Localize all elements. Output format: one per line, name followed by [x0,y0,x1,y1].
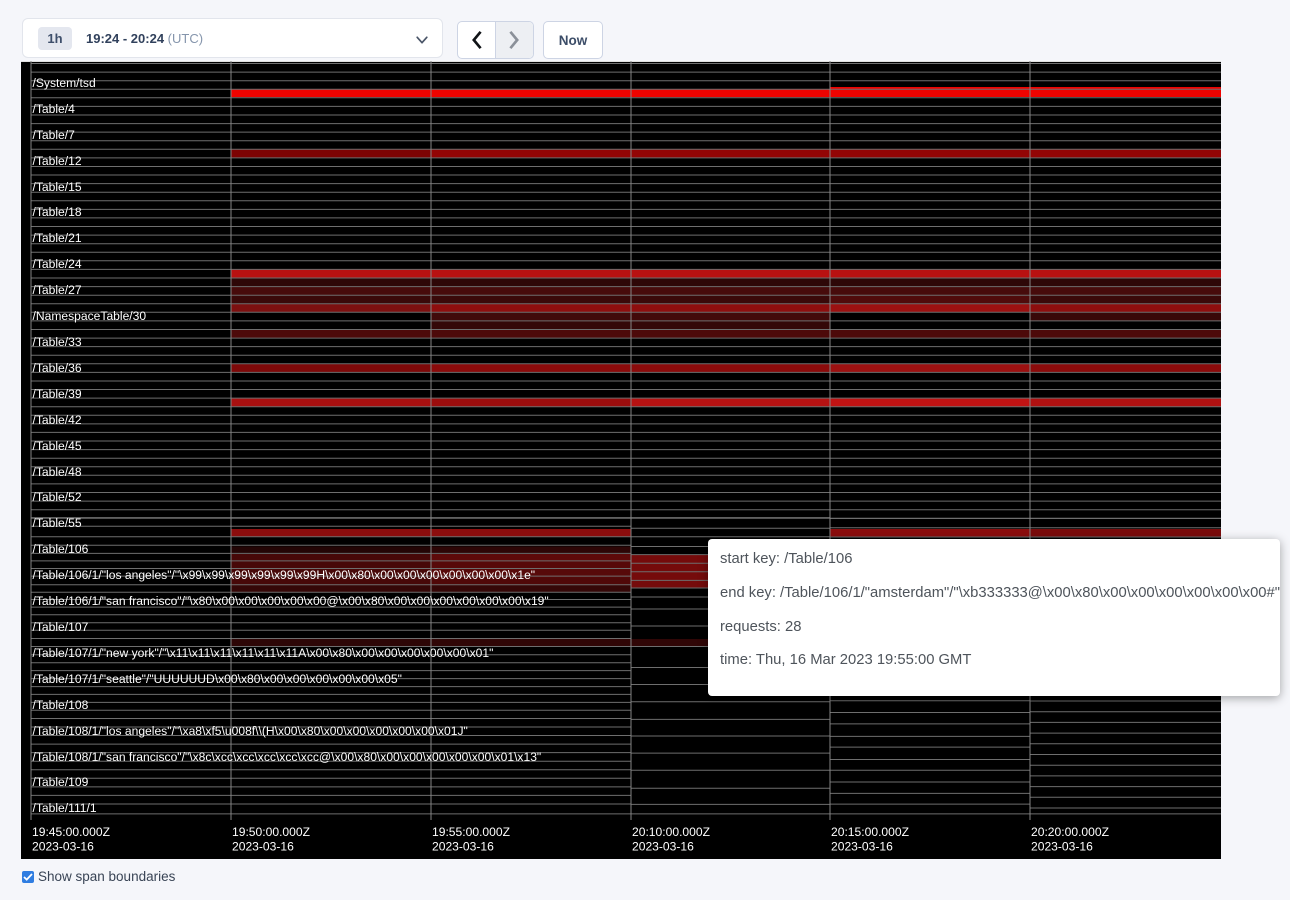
svg-text:/System/tsd: /System/tsd [33,76,96,90]
svg-text:2023-03-16: 2023-03-16 [1031,840,1093,854]
svg-text:/Table/39: /Table/39 [33,387,82,401]
svg-text:/Table/18: /Table/18 [33,205,82,219]
svg-text:/Table/33: /Table/33 [33,335,82,349]
svg-text:/Table/7: /Table/7 [33,128,76,142]
svg-text:/Table/111/1: /Table/111/1 [33,801,97,815]
svg-text:/Table/109: /Table/109 [33,775,89,789]
svg-text:19:45:00.000Z: 19:45:00.000Z [32,825,111,839]
svg-text:/Table/36: /Table/36 [33,361,82,375]
svg-text:20:15:00.000Z: 20:15:00.000Z [831,825,910,839]
svg-text:19:55:00.000Z: 19:55:00.000Z [432,825,511,839]
svg-text:/Table/12: /Table/12 [33,154,82,168]
svg-text:/Table/21: /Table/21 [33,231,82,245]
svg-text:/Table/55: /Table/55 [33,516,82,530]
svg-text:/Table/107: /Table/107 [33,620,89,634]
svg-text:/Table/4: /Table/4 [33,102,76,116]
svg-text:/Table/52: /Table/52 [33,490,82,504]
svg-text:/Table/27: /Table/27 [33,283,82,297]
svg-text:/Table/106/1/"san francisco"/": /Table/106/1/"san francisco"/"\x80\x00\x… [33,594,549,608]
svg-text:/NamespaceTable/30: /NamespaceTable/30 [33,309,147,323]
svg-text:/Table/107/1/"seattle"/"UUUUUU: /Table/107/1/"seattle"/"UUUUUUD\x00\x80\… [33,672,402,686]
svg-text:/Table/106: /Table/106 [33,542,89,556]
svg-text:/Table/108/1/"los angeles"/"\x: /Table/108/1/"los angeles"/"\xa8\xf5\u00… [33,724,468,738]
svg-text:2023-03-16: 2023-03-16 [232,840,294,854]
svg-text:/Table/45: /Table/45 [33,439,82,453]
svg-text:/Table/106/1/"los angeles"/"\x: /Table/106/1/"los angeles"/"\x99\x99\x99… [33,568,536,582]
svg-text:19:50:00.000Z: 19:50:00.000Z [232,825,311,839]
svg-text:/Table/48: /Table/48 [33,465,82,479]
svg-text:/Table/24: /Table/24 [33,257,82,271]
svg-text:2023-03-16: 2023-03-16 [32,840,94,854]
svg-text:/Table/108: /Table/108 [33,698,89,712]
svg-text:/Table/107/1/"new york"/"\x11\: /Table/107/1/"new york"/"\x11\x11\x11\x1… [33,646,494,660]
svg-text:/Table/15: /Table/15 [33,180,82,194]
svg-text:2023-03-16: 2023-03-16 [432,840,494,854]
svg-text:2023-03-16: 2023-03-16 [632,840,694,854]
svg-text:20:10:00.000Z: 20:10:00.000Z [632,825,711,839]
svg-text:2023-03-16: 2023-03-16 [831,840,893,854]
svg-text:/Table/108/1/"san francisco"/": /Table/108/1/"san francisco"/"\x8c\xcc\x… [33,750,542,764]
svg-text:20:20:00.000Z: 20:20:00.000Z [1031,825,1110,839]
svg-text:/Table/42: /Table/42 [33,413,82,427]
